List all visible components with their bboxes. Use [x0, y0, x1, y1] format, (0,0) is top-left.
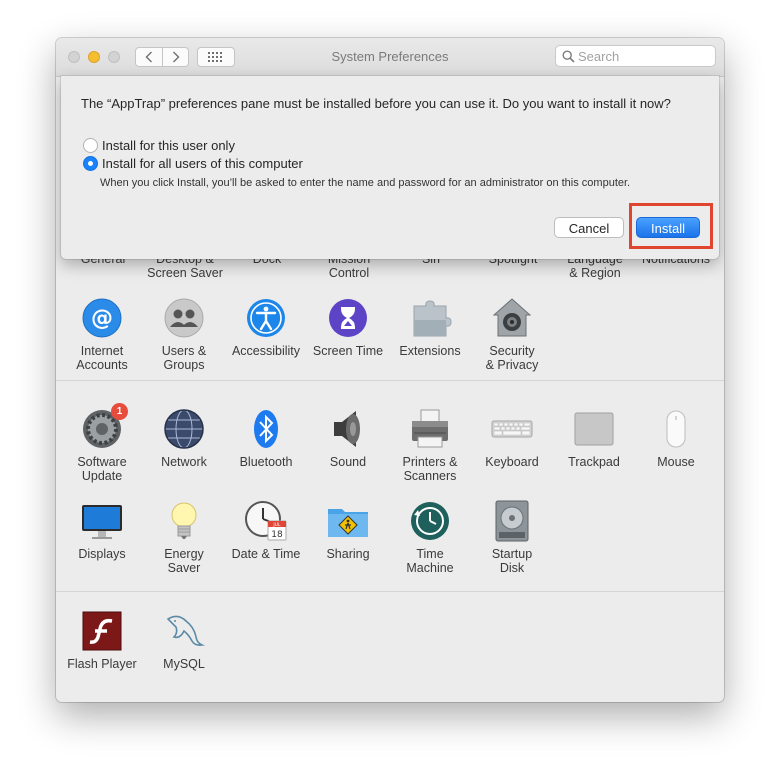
section-divider: [56, 591, 724, 592]
trackpad-icon: [572, 407, 616, 451]
install-message: The “AppTrap” preferences pane must be i…: [81, 96, 671, 111]
accessibility-icon: [244, 296, 288, 340]
radio-this-user[interactable]: [83, 137, 98, 153]
flash-icon: [80, 609, 124, 653]
pane-printers-scanners[interactable]: Printers & Scanners: [389, 407, 471, 483]
pane-startup-disk[interactable]: Startup Disk: [471, 499, 553, 575]
update-count-badge: 1: [111, 403, 128, 420]
lightbulb-icon: [162, 499, 206, 543]
option-this-user[interactable]: Install for this user only: [83, 137, 235, 153]
clock-calendar-icon: JUL 18: [244, 499, 288, 543]
pane-displays[interactable]: Displays: [61, 499, 143, 561]
pane-trackpad[interactable]: Trackpad: [553, 407, 635, 469]
search-icon: [562, 50, 575, 63]
search-input[interactable]: [578, 48, 710, 64]
install-button[interactable]: Install: [636, 217, 700, 238]
pane-sound[interactable]: Sound: [307, 407, 389, 469]
puzzle-icon: [408, 296, 452, 340]
pane-mouse[interactable]: Mouse: [635, 407, 717, 469]
pane-flash-player[interactable]: Flash Player: [61, 609, 143, 671]
display-icon: [80, 499, 124, 543]
speaker-icon: [326, 407, 370, 451]
title-bar: System Preferences: [56, 38, 724, 77]
mouse-icon: [654, 407, 698, 451]
hard-disk-icon: [490, 499, 534, 543]
pane-software-update[interactable]: 1 Software Update: [61, 403, 143, 483]
calendar-month-text: JUL: [272, 522, 281, 528]
time-machine-icon: [408, 499, 452, 543]
pane-network[interactable]: Network: [143, 407, 225, 469]
sharing-folder-icon: [326, 499, 370, 543]
option-all-users[interactable]: Install for all users of this computer: [83, 155, 303, 171]
pane-screen-time[interactable]: Screen Time: [307, 296, 389, 358]
globe-icon: [162, 407, 206, 451]
pane-internet-accounts[interactable]: @ Internet Accounts: [61, 296, 143, 372]
radio-all-users[interactable]: [83, 155, 98, 171]
pane-time-machine[interactable]: Time Machine: [389, 499, 471, 575]
dolphin-icon: [162, 609, 206, 653]
bluetooth-icon: [244, 407, 288, 451]
pane-sharing[interactable]: Sharing: [307, 499, 389, 561]
users-icon: [162, 296, 206, 340]
pane-date-time[interactable]: JUL 18 Date & Time: [225, 499, 307, 561]
pane-users-groups[interactable]: Users & Groups: [143, 296, 225, 372]
cancel-button[interactable]: Cancel: [554, 217, 624, 238]
system-preferences-window: System Preferences General Desktop &Scre…: [56, 38, 724, 702]
keyboard-icon: [490, 407, 534, 451]
printer-icon: [408, 407, 452, 451]
admin-note: When you click Install, you’ll be asked …: [100, 177, 631, 189]
search-field[interactable]: [555, 45, 716, 67]
calendar-day-text: 18: [271, 530, 283, 540]
pane-extensions[interactable]: Extensions: [389, 296, 471, 358]
pane-bluetooth[interactable]: Bluetooth: [225, 407, 307, 469]
pane-mysql[interactable]: MySQL: [143, 609, 225, 671]
hourglass-icon: [326, 296, 370, 340]
pane-keyboard[interactable]: Keyboard: [471, 407, 553, 469]
gear-icon: 1: [80, 403, 128, 451]
pane-accessibility[interactable]: Accessibility: [225, 296, 307, 358]
pane-security-privacy[interactable]: Security & Privacy: [471, 296, 553, 372]
install-prompt-sheet: The “AppTrap” preferences pane must be i…: [61, 76, 719, 259]
section-divider: [56, 380, 724, 381]
at-icon: @: [80, 296, 124, 340]
house-lock-icon: [490, 296, 534, 340]
svg-text:@: @: [91, 306, 113, 331]
pane-energy-saver[interactable]: Energy Saver: [143, 499, 225, 575]
